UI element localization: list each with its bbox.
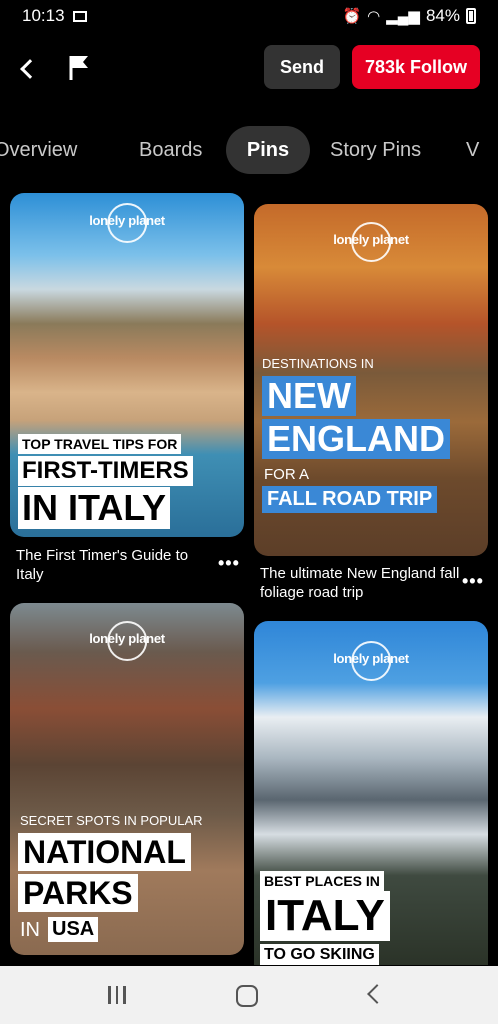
mail-icon [72, 10, 87, 22]
lonely-planet-logo: lonely planet [333, 232, 409, 247]
pin-overlay-text: TO GO SKIING [260, 944, 379, 965]
system-back-icon[interactable] [367, 984, 387, 1004]
pin-overlay-text: NATIONAL [18, 833, 191, 871]
tab-boards[interactable]: Boards [139, 126, 202, 174]
pin-overlay-text: IN ITALY [18, 487, 171, 529]
pin-card[interactable]: lonely planet TOP TRAVEL TIPS FOR FIRST-… [10, 193, 244, 537]
pin-overlay-text: PARKS [18, 874, 138, 912]
pin-card[interactable]: lonely planet SECRET SPOTS IN POPULAR NA… [10, 603, 244, 955]
alarm-icon: ⏰ [342, 8, 362, 25]
signal-icon: ▂▄▆ [386, 8, 420, 25]
lonely-planet-logo: lonely planet [89, 631, 165, 646]
pin-overlay-text: BEST PLACES IN [260, 871, 384, 891]
profile-tabs: Overview Boards Pins Story Pins V [0, 124, 498, 176]
tab-story-pins[interactable]: Story Pins [330, 126, 421, 174]
recent-apps-icon[interactable] [108, 986, 128, 1004]
system-navigation-bar [0, 966, 498, 1024]
more-options-icon[interactable]: ••• [218, 553, 240, 574]
pin-card[interactable]: lonely planet DESTINATIONS IN NEW ENGLAN… [254, 204, 488, 556]
pin-overlay-text: SECRET SPOTS IN POPULAR [20, 813, 203, 828]
send-button[interactable]: Send [264, 45, 340, 89]
flag-icon[interactable] [66, 52, 92, 82]
wifi-icon: ◠ [367, 8, 381, 25]
pin-overlay-text: USA [48, 917, 99, 942]
pin-overlay-text: DESTINATIONS IN [262, 356, 374, 371]
pin-overlay-text: NEW [262, 376, 356, 416]
pin-overlay-text: ENGLAND [262, 419, 450, 459]
pin-card[interactable]: lonely planet BEST PLACES IN ITALY TO GO… [254, 621, 488, 965]
pin-title[interactable]: The ultimate New England fall foliage ro… [260, 564, 460, 602]
back-arrow-icon[interactable] [14, 52, 42, 84]
lonely-planet-logo: lonely planet [333, 651, 409, 666]
battery-icon [466, 8, 476, 24]
lonely-planet-logo: lonely planet [89, 213, 165, 228]
pin-title[interactable]: The First Timer's Guide to Italy [16, 546, 216, 584]
tab-pins[interactable]: Pins [226, 126, 310, 174]
pin-overlay-text: IN [20, 919, 40, 941]
profile-header: Send 783k Follow [0, 40, 498, 100]
pin-overlay-text: FIRST-TIMERS [18, 456, 193, 486]
battery-percent: 84% [425, 6, 460, 25]
pin-overlay-text: FALL ROAD TRIP [262, 486, 438, 513]
pin-overlay-text: FOR A [264, 466, 310, 483]
status-bar: 10:13 ⏰ ◠ ▂▄▆ 84% [0, 0, 498, 32]
home-icon[interactable] [236, 985, 258, 1007]
tab-videos[interactable]: V [466, 126, 479, 174]
more-options-icon[interactable]: ••• [462, 571, 484, 592]
status-icons: ⏰ ◠ ▂▄▆ 84% [342, 6, 476, 26]
pin-overlay-text: TOP TRAVEL TIPS FOR [18, 434, 182, 454]
follow-button[interactable]: 783k Follow [352, 45, 480, 89]
tab-overview[interactable]: Overview [0, 126, 77, 174]
status-time: 10:13 [22, 6, 65, 25]
pin-overlay-text: ITALY [260, 891, 390, 941]
